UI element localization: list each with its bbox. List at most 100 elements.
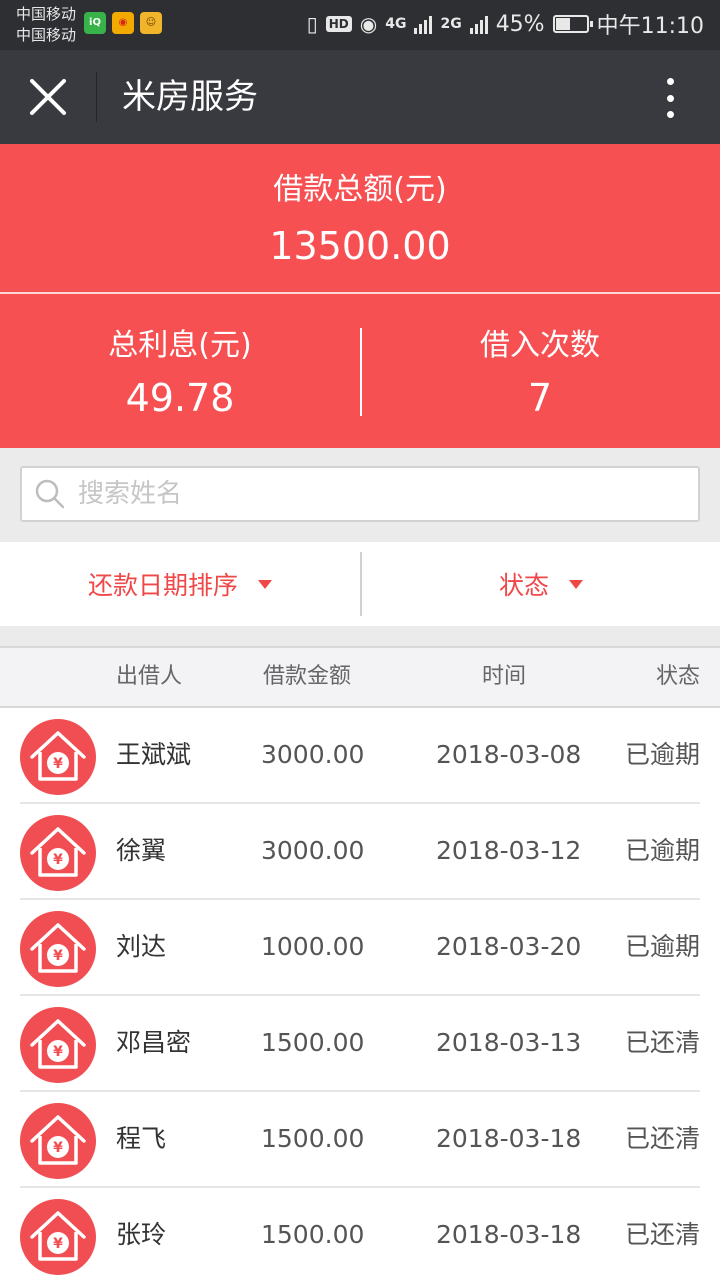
sort-by-repay-date-dropdown[interactable]: 还款日期排序 <box>0 542 360 626</box>
battery-icon <box>552 15 593 33</box>
table-header: 出借人 借款金额 时间 状态 <box>0 646 720 708</box>
signal-icon <box>414 14 433 34</box>
loan-status: 已还清 <box>624 1124 700 1153</box>
network-4g-label: 4G <box>385 16 407 32</box>
table-row[interactable]: ¥ 王斌斌 3000.00 2018-03-08 已逾期 <box>0 708 720 804</box>
page-title: 米房服务 <box>122 77 258 117</box>
game-icon: ☺ <box>140 12 162 34</box>
loan-status: 已还清 <box>624 1220 700 1249</box>
vibrate-icon: ▯ <box>306 12 318 36</box>
total-interest-value: 49.78 <box>125 376 235 420</box>
total-interest-label: 总利息(元) <box>108 328 252 363</box>
close-button[interactable] <box>26 75 70 119</box>
network-2g-label: 2G <box>440 16 462 32</box>
lender-name: 邓昌密 <box>116 1028 192 1057</box>
loan-date: 2018-03-20 <box>436 932 582 961</box>
table-row[interactable]: ¥ 张玲 1500.00 2018-03-18 已还清 <box>0 1188 720 1280</box>
house-yuan-icon: ¥ <box>30 923 86 973</box>
carrier-info: 中国移动 中国移动 <box>16 4 76 46</box>
notification-icons: iQ ◉ ☺ <box>84 12 162 34</box>
avatar: ¥ <box>20 815 96 891</box>
search-box[interactable] <box>20 466 700 522</box>
loan-status: 已逾期 <box>624 836 700 865</box>
more-dot-icon <box>666 94 674 102</box>
house-yuan-icon: ¥ <box>30 1211 86 1261</box>
weibo-icon: ◉ <box>112 12 134 34</box>
loan-status: 已还清 <box>624 1028 700 1057</box>
loan-amount: 1500.00 <box>261 1220 365 1249</box>
column-header-amount: 借款金额 <box>263 664 352 689</box>
yuan-glyph: ¥ <box>53 1140 63 1156</box>
lender-name: 程飞 <box>116 1124 167 1153</box>
house-yuan-icon: ¥ <box>30 827 86 877</box>
column-header-time: 时间 <box>482 664 527 689</box>
eye-icon: ◉ <box>359 12 378 36</box>
signal-icon-2 <box>469 14 488 34</box>
filter-bar: 还款日期排序 状态 <box>0 542 720 626</box>
hd-icon: HD <box>325 16 352 32</box>
yuan-glyph: ¥ <box>53 756 63 772</box>
clock: 中午11:10 <box>596 14 704 39</box>
status-bar: 中国移动 中国移动 iQ ◉ ☺ ▯ HD ◉ 4G 2G 45% 中午11:1… <box>0 0 720 50</box>
avatar: ¥ <box>20 719 96 795</box>
column-header-lender: 出借人 <box>116 664 183 689</box>
status-dropdown-label: 状态 <box>498 571 549 600</box>
total-loan-block: 借款总额(元) 13500.00 <box>0 144 720 294</box>
battery-percent: 45% <box>495 11 545 37</box>
sort-dropdown-label: 还款日期排序 <box>87 571 238 600</box>
table-row[interactable]: ¥ 程飞 1500.00 2018-03-18 已还清 <box>0 1092 720 1188</box>
total-loan-label: 借款总额(元) <box>273 172 447 207</box>
loan-status: 已逾期 <box>624 932 700 961</box>
search-bar <box>0 448 720 542</box>
loan-list: ¥ 王斌斌 3000.00 2018-03-08 已逾期 ¥ 徐翼 3000.0… <box>0 708 720 1280</box>
yuan-glyph: ¥ <box>53 852 63 868</box>
loan-date: 2018-03-18 <box>436 1220 582 1249</box>
search-input[interactable] <box>78 474 678 514</box>
status-filter-dropdown[interactable]: 状态 <box>361 542 720 626</box>
total-loan-value: 13500.00 <box>269 224 451 268</box>
title-divider <box>96 72 97 122</box>
loan-date: 2018-03-12 <box>436 836 582 865</box>
search-icon <box>35 479 65 509</box>
table-row[interactable]: ¥ 徐翼 3000.00 2018-03-12 已逾期 <box>0 804 720 900</box>
caret-down-icon <box>258 579 272 589</box>
more-dot-icon <box>666 78 674 85</box>
iqiyi-icon: iQ <box>84 12 106 34</box>
column-header-status: 状态 <box>655 664 700 689</box>
house-yuan-icon: ¥ <box>30 1019 86 1069</box>
loan-date: 2018-03-18 <box>436 1124 582 1153</box>
system-indicators: ▯ HD ◉ 4G 2G 45% 中午11:10 <box>307 8 704 40</box>
house-yuan-icon: ¥ <box>30 1115 86 1165</box>
yuan-glyph: ¥ <box>53 1236 63 1252</box>
house-yuan-icon: ¥ <box>30 731 86 781</box>
table-row[interactable]: ¥ 刘达 1000.00 2018-03-20 已逾期 <box>0 900 720 996</box>
loan-amount: 3000.00 <box>261 836 365 865</box>
borrow-count-label: 借入次数 <box>480 328 600 363</box>
loan-amount: 3000.00 <box>261 740 365 769</box>
lender-name: 刘达 <box>116 932 167 961</box>
close-icon <box>30 79 66 115</box>
carrier-1: 中国移动 <box>16 5 77 23</box>
lender-name: 王斌斌 <box>116 740 192 769</box>
lender-name: 张玲 <box>116 1220 167 1249</box>
caret-down-icon <box>569 579 583 589</box>
borrow-count-block: 借入次数 7 <box>360 296 720 448</box>
title-bar: 米房服务 <box>0 50 720 144</box>
loan-date: 2018-03-08 <box>436 740 582 769</box>
loan-status: 已逾期 <box>624 740 700 769</box>
loan-date: 2018-03-13 <box>436 1028 582 1057</box>
total-interest-block: 总利息(元) 49.78 <box>0 296 360 448</box>
borrow-count-value: 7 <box>527 376 553 420</box>
carrier-2: 中国移动 <box>16 26 77 44</box>
avatar: ¥ <box>20 1199 96 1275</box>
loan-amount: 1500.00 <box>261 1124 365 1153</box>
yuan-glyph: ¥ <box>53 948 63 964</box>
table-row[interactable]: ¥ 邓昌密 1500.00 2018-03-13 已还清 <box>0 996 720 1092</box>
avatar: ¥ <box>20 911 96 987</box>
lender-name: 徐翼 <box>116 836 167 865</box>
yuan-glyph: ¥ <box>53 1044 63 1060</box>
more-menu-button[interactable] <box>660 76 680 120</box>
loan-amount: 1000.00 <box>261 932 365 961</box>
avatar: ¥ <box>20 1007 96 1083</box>
loan-amount: 1500.00 <box>261 1028 365 1057</box>
